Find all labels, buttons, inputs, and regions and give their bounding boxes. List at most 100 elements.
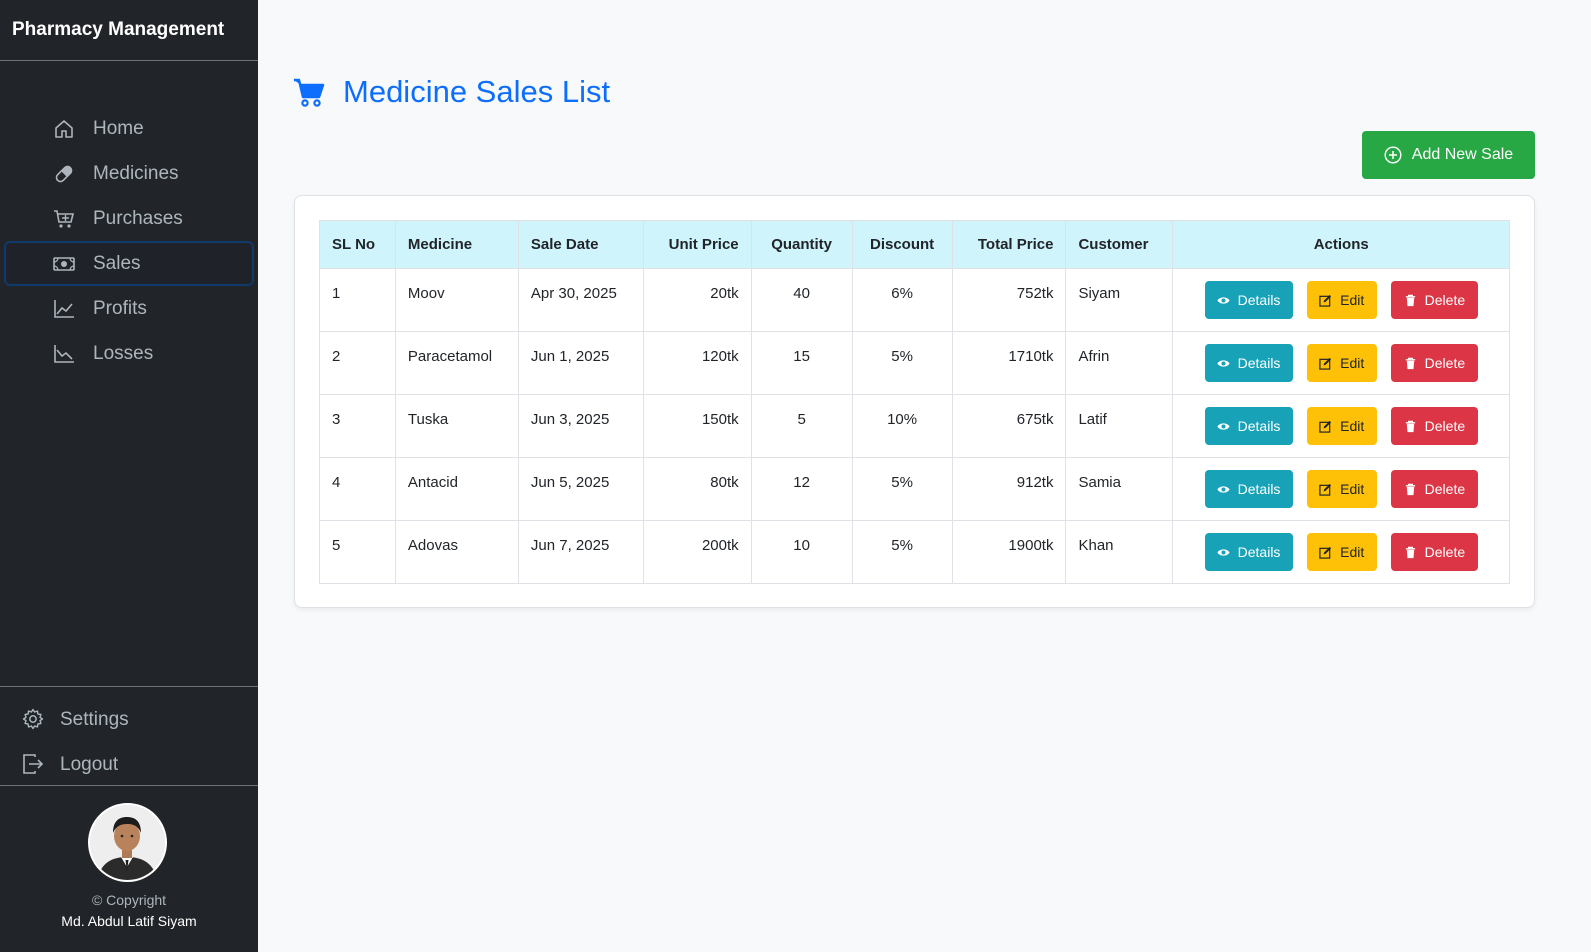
cell-sl: 5 (319, 520, 396, 584)
edit-icon (1319, 420, 1332, 433)
cell-customer: Latif (1065, 394, 1174, 458)
details-label: Details (1237, 481, 1281, 497)
sidebar-item-losses[interactable]: Losses (4, 331, 254, 376)
gear-icon (22, 708, 44, 730)
details-button[interactable]: Details (1204, 281, 1293, 319)
table-header-row: SL No Medicine Sale Date Unit Price Quan… (319, 220, 1510, 269)
column-header: Sale Date (517, 220, 644, 269)
eye-icon (1217, 422, 1230, 430)
cell-quantity: 12 (750, 457, 853, 521)
table-row: 1 Moov Apr 30, 2025 20tk 40 6% 752tk Siy… (319, 268, 1510, 332)
delete-button[interactable]: Delete (1390, 533, 1478, 571)
cell-medicine: Paracetamol (394, 331, 519, 395)
logout-icon (23, 754, 44, 774)
edit-label: Edit (1340, 418, 1365, 434)
logout-label: Logout (60, 753, 119, 775)
edit-label: Edit (1340, 355, 1365, 371)
trash-icon (1405, 357, 1415, 369)
delete-label: Delete (1424, 355, 1466, 371)
sales-table: SL No Medicine Sale Date Unit Price Quan… (319, 220, 1510, 584)
cart-icon (54, 210, 75, 228)
column-header: Discount (851, 220, 953, 269)
eye-icon (1217, 359, 1230, 367)
table-body: 1 Moov Apr 30, 2025 20tk 40 6% 752tk Siy… (319, 268, 1510, 584)
cell-discount: 5% (851, 520, 953, 584)
sidebar-item-home[interactable]: Home (4, 106, 254, 151)
cell-medicine: Tuska (394, 394, 519, 458)
edit-button[interactable]: Edit (1306, 344, 1377, 382)
details-label: Details (1237, 292, 1281, 308)
sidebar-item-sales[interactable]: Sales (4, 241, 254, 286)
settings-link[interactable]: Settings (0, 697, 258, 742)
cell-sl: 3 (319, 394, 396, 458)
delete-label: Delete (1424, 481, 1466, 497)
cell-quantity: 10 (750, 520, 853, 584)
cell-quantity: 40 (750, 268, 853, 332)
cell-sl: 1 (319, 268, 396, 332)
delete-button[interactable]: Delete (1390, 470, 1478, 508)
edit-button[interactable]: Edit (1306, 470, 1377, 508)
cell-sl: 2 (319, 331, 396, 395)
delete-button[interactable]: Delete (1390, 407, 1478, 445)
edit-icon (1319, 546, 1332, 559)
delete-button[interactable]: Delete (1390, 281, 1478, 319)
sidebar-item-purchases[interactable]: Purchases (4, 196, 254, 241)
cash-icon (53, 257, 75, 271)
cell-unit-price: 120tk (642, 331, 752, 395)
brand-title: Pharmacy Management (0, 0, 258, 61)
table-row: 3 Tuska Jun 3, 2025 150tk 5 10% 675tk La… (319, 394, 1510, 458)
sidebar-item-label: Losses (93, 342, 154, 364)
sidebar-item-medicines[interactable]: Medicines (4, 151, 254, 196)
cell-sl: 4 (319, 457, 396, 521)
cell-customer: Afrin (1065, 331, 1174, 395)
column-header: Unit Price (642, 220, 752, 269)
edit-button[interactable]: Edit (1306, 533, 1377, 571)
cell-actions: Details Edit Delete (1172, 331, 1510, 395)
cell-discount: 10% (851, 394, 953, 458)
cell-customer: Khan (1065, 520, 1174, 584)
cell-total-price: 1900tk (951, 520, 1067, 584)
cell-sale-date: Jun 1, 2025 (517, 331, 644, 395)
trash-icon (1405, 546, 1415, 558)
delete-label: Delete (1424, 292, 1466, 308)
cell-unit-price: 80tk (642, 457, 752, 521)
cell-sale-date: Apr 30, 2025 (517, 268, 644, 332)
trash-icon (1405, 420, 1415, 432)
column-header: Medicine (394, 220, 519, 269)
details-label: Details (1237, 418, 1281, 434)
logout-link[interactable]: Logout (0, 742, 258, 787)
cell-unit-price: 200tk (642, 520, 752, 584)
edit-button[interactable]: Edit (1306, 407, 1377, 445)
details-button[interactable]: Details (1204, 533, 1293, 571)
cell-medicine: Antacid (394, 457, 519, 521)
sidebar-item-profits[interactable]: Profits (4, 286, 254, 331)
sidebar-item-label: Medicines (93, 162, 179, 184)
shopping-cart-icon (294, 78, 325, 107)
cell-discount: 6% (851, 268, 953, 332)
cell-sale-date: Jun 5, 2025 (517, 457, 644, 521)
details-button[interactable]: Details (1204, 470, 1293, 508)
edit-label: Edit (1340, 292, 1365, 308)
edit-button[interactable]: Edit (1306, 281, 1377, 319)
edit-icon (1319, 294, 1332, 307)
plus-circle-icon (1384, 146, 1402, 164)
settings-label: Settings (60, 708, 129, 730)
add-new-sale-button[interactable]: Add New Sale (1362, 131, 1535, 179)
column-header: Customer (1065, 220, 1174, 269)
sidebar-item-label: Home (93, 117, 144, 139)
cell-medicine: Moov (394, 268, 519, 332)
cell-sale-date: Jun 3, 2025 (517, 394, 644, 458)
delete-label: Delete (1424, 544, 1466, 560)
profile-section: © Copyright Md. Abdul Latif Siyam (0, 785, 258, 952)
sidebar-item-label: Profits (93, 297, 147, 319)
column-header: Actions (1172, 220, 1510, 269)
details-button[interactable]: Details (1204, 344, 1293, 382)
delete-button[interactable]: Delete (1390, 344, 1478, 382)
column-header: Quantity (750, 220, 853, 269)
eye-icon (1217, 296, 1230, 304)
sales-table-card: SL No Medicine Sale Date Unit Price Quan… (294, 195, 1535, 608)
trash-icon (1405, 294, 1415, 306)
chart-down-icon (54, 345, 74, 363)
details-button[interactable]: Details (1204, 407, 1293, 445)
cell-unit-price: 150tk (642, 394, 752, 458)
